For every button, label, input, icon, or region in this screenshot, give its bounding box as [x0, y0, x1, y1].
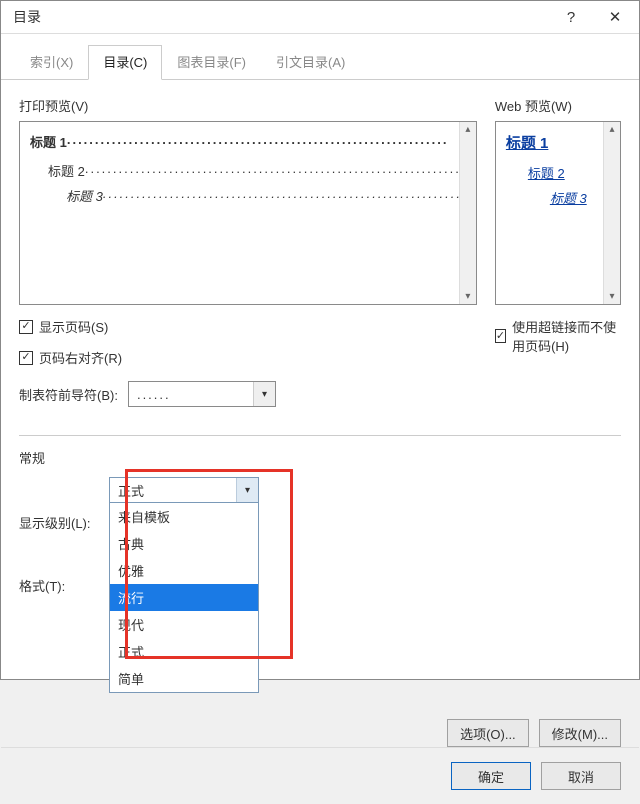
format-option[interactable]: 正式: [110, 638, 258, 665]
format-option-selected[interactable]: 流行: [110, 584, 258, 611]
print-preview-box: 标题 1....................................…: [19, 121, 477, 305]
modify-button[interactable]: 修改(M)...: [539, 719, 621, 747]
titlebar: 目录 ? ✕: [1, 1, 639, 34]
format-option[interactable]: 优雅: [110, 557, 258, 584]
divider: [19, 435, 621, 436]
dialog-footer: 确定 取消: [1, 747, 639, 804]
cancel-button[interactable]: 取消: [541, 762, 621, 790]
show-page-label: 显示页码(S): [39, 317, 108, 336]
format-option[interactable]: 来自模板: [110, 503, 258, 530]
web-heading-1[interactable]: 标题 1: [506, 135, 549, 152]
levels-label: 显示级别(L):: [19, 513, 95, 532]
tab-citations[interactable]: 引文目录(A): [261, 45, 360, 80]
help-button[interactable]: ?: [549, 1, 593, 33]
print-preview-label: 打印预览(V): [19, 96, 477, 115]
scroll-down-icon[interactable]: ▾: [465, 291, 470, 302]
ok-button[interactable]: 确定: [451, 762, 531, 790]
tab-leader-row: 制表符前导符(B): ...... ▾: [19, 381, 477, 407]
toc-dialog: 目录 ? ✕ 索引(X) 目录(C) 图表目录(F) 引文目录(A) 打印预览(…: [0, 0, 640, 680]
web-preview-col: Web 预览(W) 标题 1 标题 2 标题 3 ▴▾ ✓ 使用超链接而不使用页…: [495, 96, 621, 407]
format-value: 正式: [110, 481, 236, 500]
format-area: 格式(T): 正式 ▾ 来自模板 古典 优雅 流行 现代 正式 简单: [19, 477, 621, 747]
tab-toc[interactable]: 目录(C): [88, 45, 162, 80]
format-option[interactable]: 现代: [110, 611, 258, 638]
close-button[interactable]: ✕: [593, 1, 637, 33]
show-page-numbers-checkbox[interactable]: ✓ 显示页码(S): [19, 317, 477, 336]
scroll-up-icon[interactable]: ▴: [609, 124, 614, 135]
print-preview-col: 打印预览(V) 标题 1............................…: [19, 96, 477, 407]
format-dropdown-list: 来自模板 古典 优雅 流行 现代 正式 简单: [109, 502, 259, 693]
checkbox-icon: ✓: [495, 329, 506, 343]
toc-heading-3: 标题 3....................................…: [66, 186, 468, 205]
web-preview-box: 标题 1 标题 2 标题 3 ▴▾: [495, 121, 621, 305]
chevron-down-icon: ▾: [253, 382, 275, 406]
tab-strip: 索引(X) 目录(C) 图表目录(F) 引文目录(A): [1, 34, 639, 80]
chevron-down-icon: ▾: [236, 478, 258, 502]
scroll-up-icon[interactable]: ▴: [465, 124, 470, 135]
dialog-title: 目录: [13, 7, 549, 27]
use-hyperlinks-checkbox[interactable]: ✓ 使用超链接而不使用页码(H): [495, 317, 621, 355]
options-row: 选项(O)... 修改(M)...: [19, 719, 621, 747]
tab-index[interactable]: 索引(X): [15, 45, 88, 80]
web-preview-scrollbar[interactable]: ▴▾: [603, 122, 620, 304]
right-align-checkbox[interactable]: ✓ 页码右对齐(R): [19, 348, 477, 367]
options-button[interactable]: 选项(O)...: [447, 719, 529, 747]
checkbox-icon: ✓: [19, 320, 33, 334]
checkbox-icon: ✓: [19, 351, 33, 365]
tab-leader-combo[interactable]: ...... ▾: [128, 381, 276, 407]
format-label: 格式(T):: [19, 576, 95, 595]
right-align-label: 页码右对齐(R): [39, 348, 122, 367]
tab-leader-value: ......: [129, 387, 253, 402]
format-option[interactable]: 古典: [110, 530, 258, 557]
scroll-down-icon[interactable]: ▾: [609, 291, 614, 302]
format-option[interactable]: 简单: [110, 665, 258, 692]
print-preview-scrollbar[interactable]: ▴▾: [459, 122, 476, 304]
tab-leader-label: 制表符前导符(B):: [19, 385, 118, 404]
general-section-label: 常规: [19, 448, 621, 467]
format-combo[interactable]: 正式 ▾: [109, 477, 259, 503]
tab-figures[interactable]: 图表目录(F): [162, 45, 261, 80]
preview-row: 打印预览(V) 标题 1............................…: [19, 96, 621, 407]
web-preview-label: Web 预览(W): [495, 96, 621, 115]
content-area: 打印预览(V) 标题 1............................…: [1, 80, 639, 747]
web-heading-2[interactable]: 标题 2: [528, 163, 612, 182]
hyperlinks-label: 使用超链接而不使用页码(H): [512, 317, 621, 355]
toc-heading-2: 标题 2....................................…: [48, 161, 468, 180]
toc-heading-1: 标题 1....................................…: [30, 132, 468, 151]
